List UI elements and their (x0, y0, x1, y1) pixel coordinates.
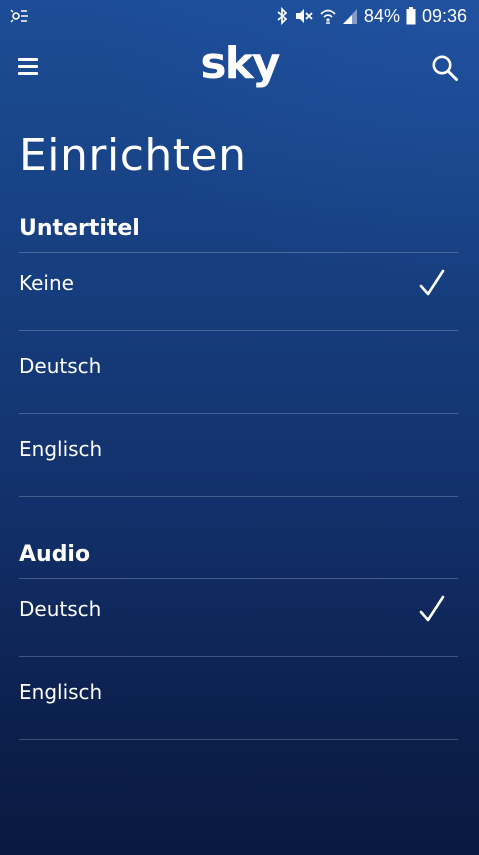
audio-option-englisch[interactable]: Englisch (19, 657, 458, 740)
status-icons: 84% 09:36 (276, 5, 467, 27)
checkmark-icon (419, 269, 445, 296)
option-label: Englisch (19, 680, 103, 704)
checkmark-icon (419, 595, 445, 622)
option-label: Deutsch (19, 354, 102, 378)
battery-percent: 84% (363, 6, 400, 26)
audio-heading: Audio (19, 542, 91, 567)
screen-mirroring-icon (10, 9, 28, 23)
sky-logo: sky (200, 38, 280, 89)
subtitle-option-englisch[interactable]: Englisch (19, 414, 458, 497)
subtitle-option-deutsch[interactable]: Deutsch (19, 331, 458, 414)
option-label: Keine (19, 271, 74, 295)
subtitle-option-keine[interactable]: Keine (19, 248, 458, 331)
audio-option-deutsch[interactable]: Deutsch (19, 574, 458, 657)
mute-icon (295, 9, 313, 23)
clock: 09:36 (421, 6, 467, 26)
subtitles-heading: Untertitel (19, 216, 140, 241)
status-bar: 84% 09:36 (0, 0, 479, 32)
search-icon[interactable] (431, 54, 459, 82)
bluetooth-icon (277, 7, 288, 25)
battery-icon (406, 7, 416, 25)
signal-icon (342, 9, 357, 24)
wifi-icon (320, 9, 336, 24)
option-label: Englisch (19, 437, 103, 461)
page-title: Einrichten (19, 130, 247, 181)
option-label: Deutsch (19, 597, 102, 621)
